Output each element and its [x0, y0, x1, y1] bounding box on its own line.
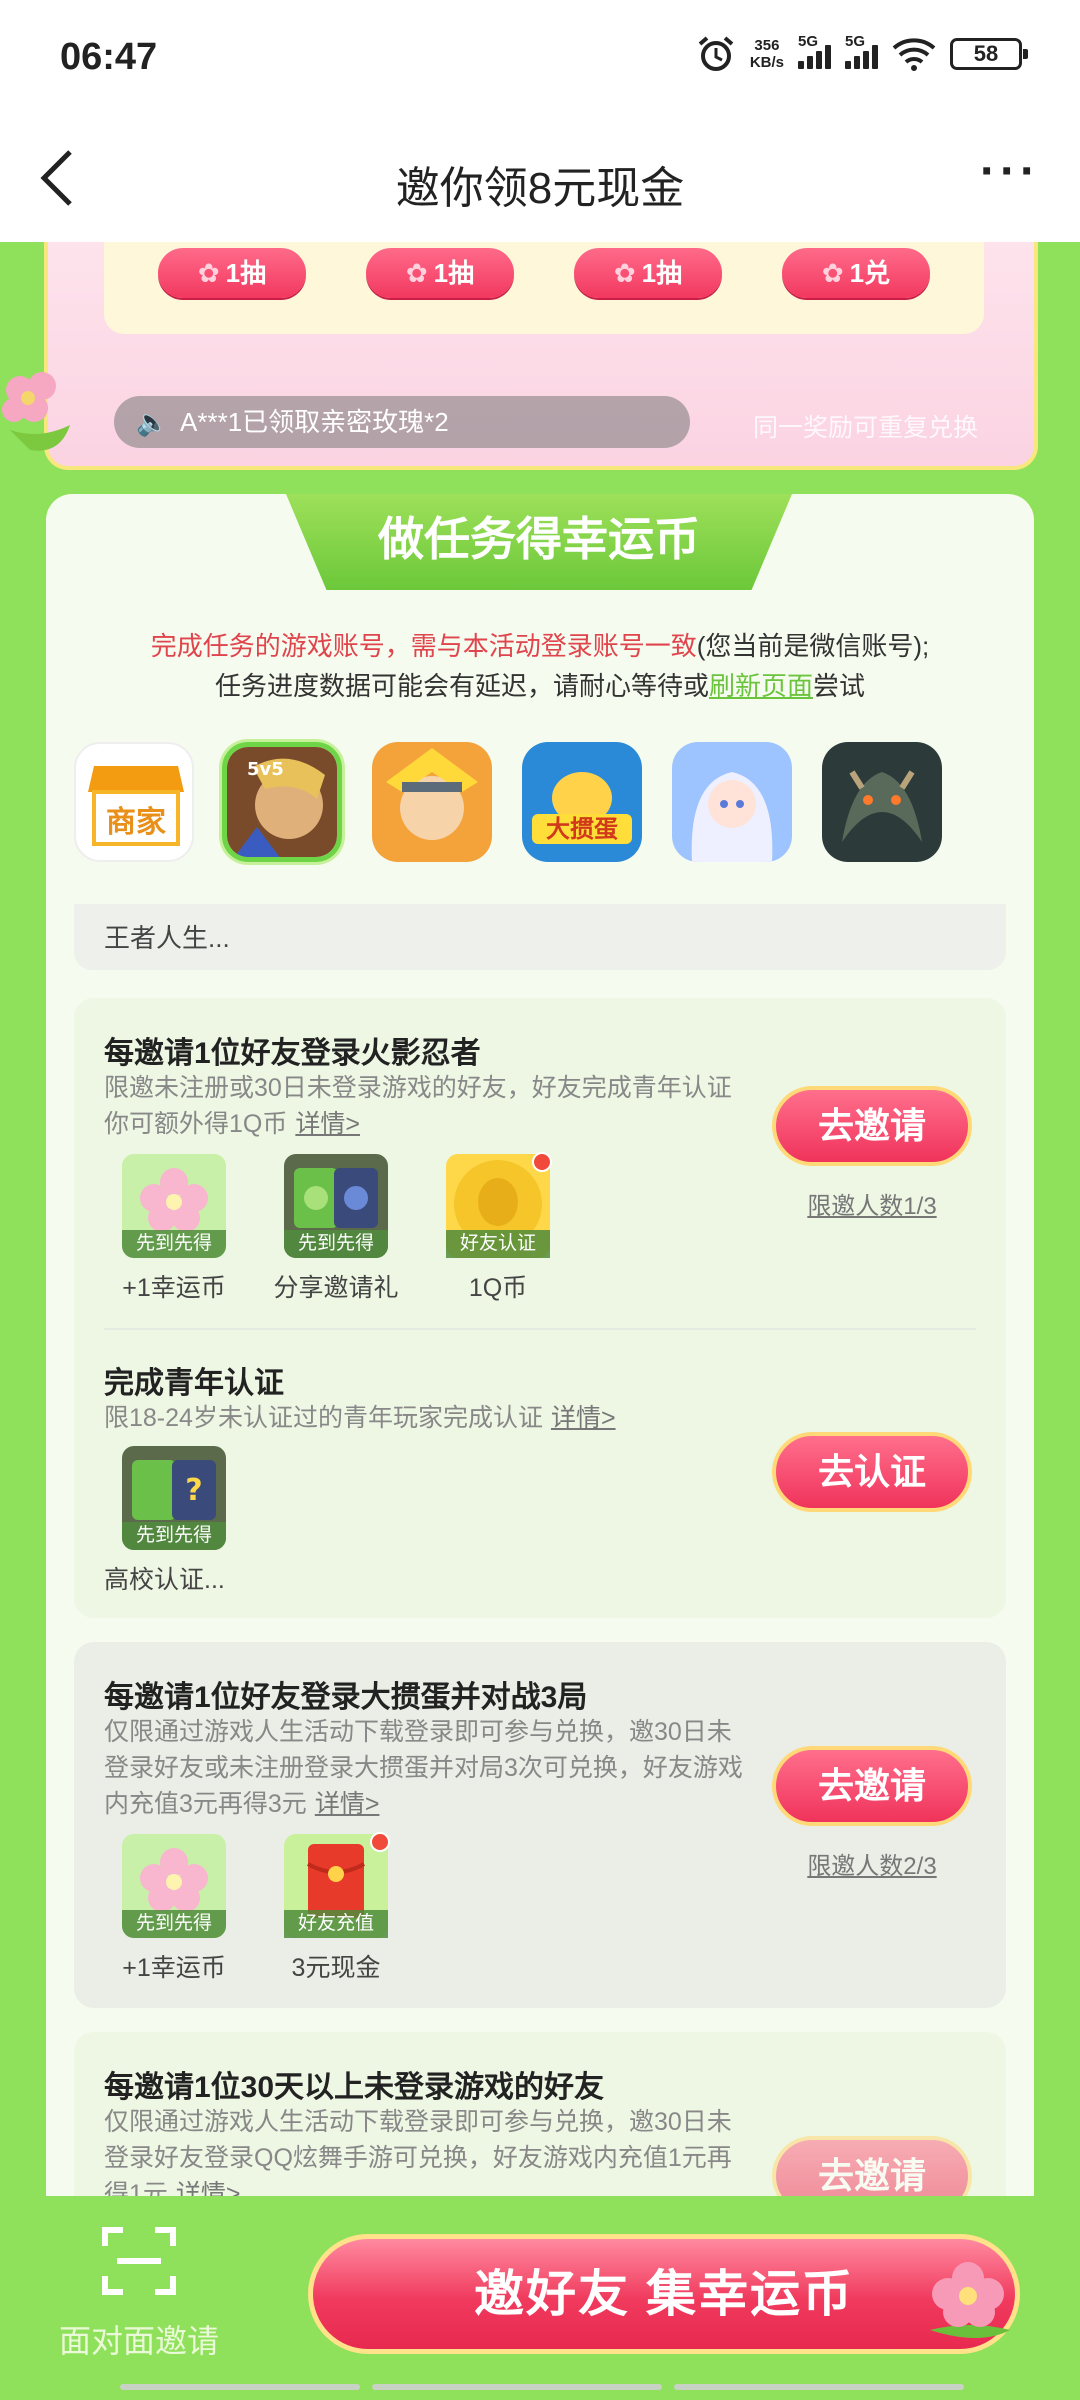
alarm-icon — [698, 36, 734, 71]
task-desc: 限邀未注册或30日未登录游戏的好友，好友完成青年认证你可额外得1Q币 详情> — [104, 1074, 732, 1138]
game-selector: 商家 5v5 大掼蛋 — [74, 742, 1034, 866]
bottom-bar: 面对面邀请 邀好友 集幸运币 — [0, 2196, 1080, 2400]
red-dot-badge — [532, 1152, 552, 1172]
svg-text:商家: 商家 — [106, 805, 166, 840]
signal-icon: 5G — [845, 33, 878, 69]
nav-gesture-bar — [120, 2384, 360, 2390]
red-dot-badge — [370, 1832, 390, 1852]
svg-text:5v5: 5v5 — [247, 759, 284, 780]
task-block: 每邀请1位好友登录火影忍者 限邀未注册或30日未登录游戏的好友，好友完成青年认证… — [74, 998, 1006, 1618]
nav-header: 邀你领8元现金 ··· — [0, 120, 1080, 242]
repeat-note: 同一奖励可重复兑换 — [752, 414, 978, 442]
invite-limit[interactable]: 限邀人数2/3 — [772, 1846, 972, 1881]
reward-label: 3元现金 — [291, 1954, 381, 1982]
draw-button[interactable]: ✿ 1抽 — [366, 248, 514, 298]
invite-button[interactable]: 去邀请 — [772, 1086, 972, 1166]
task-title: 每邀请1位30天以上未登录游戏的好友 — [104, 2071, 605, 2104]
page-title: 邀你领8元现金 — [395, 164, 685, 213]
campus-reward-icon: ? 先到先得 — [122, 1446, 226, 1550]
signal-icon: 5G — [798, 33, 831, 69]
nav-gesture-bar — [372, 2384, 662, 2390]
status-bar: 06:47 356 KB/s 5G 5G 58 — [0, 0, 1080, 120]
flower-icon: ✿ — [405, 258, 428, 288]
flower-icon: ✿ — [613, 258, 636, 288]
qcoin-reward-icon: 好友认证 — [446, 1152, 552, 1258]
flower-icon: ✿ — [821, 258, 844, 288]
net-speed: 356 KB/s — [749, 37, 784, 71]
game-icon-5v5[interactable]: 5v5 — [222, 742, 342, 862]
wifi-icon — [892, 38, 936, 71]
detail-link[interactable]: 详情> — [315, 1790, 380, 1818]
invite-gift-reward-icon: 先到先得 — [284, 1154, 388, 1258]
more-dots-icon[interactable]: ··· — [980, 144, 1040, 199]
reward-label: +1幸运币 — [122, 1954, 226, 1982]
shop-icon[interactable]: 商家 — [74, 742, 194, 862]
lucky-coin-reward-icon: 先到先得 — [122, 1834, 226, 1938]
detail-link[interactable]: 详情> — [551, 1404, 616, 1432]
detail-link[interactable]: 详情> — [295, 1110, 360, 1138]
task-block: 每邀请1位好友登录大掼蛋并对战3局 仅限通过游戏人生活动下载登录即可参与兑换，邀… — [74, 1642, 1006, 2008]
section-title: 做任务得幸运币 — [286, 494, 792, 590]
draw-button[interactable]: ✿ 1抽 — [574, 248, 722, 298]
flower-icon: ✿ — [197, 258, 220, 288]
exchange-button[interactable]: ✿ 1兑 — [782, 248, 930, 298]
clock: 06:47 — [60, 36, 158, 78]
invite-limit[interactable]: 限邀人数1/3 — [772, 1186, 972, 1221]
red-packet-reward-icon: 好友充值 — [284, 1832, 390, 1938]
reward-label: 1Q币 — [468, 1274, 528, 1302]
task-title: 每邀请1位好友登录火影忍者 — [104, 1037, 481, 1070]
reward-label: 高校认证... — [104, 1566, 225, 1594]
invite-button[interactable]: 去邀请 — [772, 1746, 972, 1826]
svg-text:大掼蛋: 大掼蛋 — [546, 815, 618, 843]
game-icon-naruto[interactable] — [372, 742, 492, 862]
flower-decoration-icon — [2, 372, 70, 451]
refresh-link[interactable]: 刷新页面 — [709, 671, 813, 701]
flower-decoration-icon — [930, 2262, 1010, 2338]
invite-friends-main-button[interactable]: 邀好友 集幸运币 — [308, 2234, 1020, 2354]
account-tip: 完成任务的游戏账号，需与本活动登录账号一致(您当前是微信账号); — [150, 631, 930, 661]
game-icon-daguandan[interactable]: 大掼蛋 — [522, 742, 642, 862]
lottery-panel: ✿ 1抽 ✿ 1抽 ✿ 1抽 ✿ 1兑 🔈 A***1已领取亲密玫瑰*2 同一奖励可重复兑… — [44, 242, 1038, 470]
delay-tip: 任务进度数据可能会有延迟，请耐心等待或刷新页面尝试 — [214, 671, 866, 701]
draw-button[interactable]: ✿ 1抽 — [158, 248, 306, 298]
face-to-face-invite-button[interactable]: 面对面邀请 — [54, 2226, 224, 2362]
divider — [104, 1328, 976, 1330]
nav-gesture-bar — [674, 2384, 964, 2390]
task-card: 做任务得幸运币 完成任务的游戏账号，需与本活动登录账号一致(您当前是微信账号);… — [46, 494, 1034, 2254]
reward-label: +1幸运币 — [122, 1274, 226, 1302]
scan-icon — [102, 2227, 176, 2295]
task-title: 完成青年认证 — [104, 1367, 284, 1400]
svg-text:?: ? — [185, 1473, 202, 1508]
game-icon-dragon[interactable] — [822, 742, 942, 862]
reward-label: 分享邀请礼 — [273, 1274, 399, 1302]
selected-game-label: 王者人生... — [74, 904, 1006, 970]
verify-button[interactable]: 去认证 — [772, 1432, 972, 1512]
game-icon-dancer[interactable] — [672, 742, 792, 862]
winner-notice: 🔈 A***1已领取亲密玫瑰*2 — [114, 396, 690, 448]
task-desc: 仅限通过游戏人生活动下载登录即可参与兑换，邀30日未登录好友或未注册登录大掼蛋并… — [104, 1718, 743, 1818]
lucky-coin-reward-icon: 先到先得 — [122, 1154, 226, 1258]
speaker-icon: 🔈 — [136, 407, 169, 437]
task-desc: 限18-24岁未认证过的青年玩家完成认证 详情> — [104, 1404, 616, 1432]
task-title: 每邀请1位好友登录大掼蛋并对战3局 — [104, 1681, 588, 1714]
battery-icon: 58 — [950, 38, 1028, 70]
